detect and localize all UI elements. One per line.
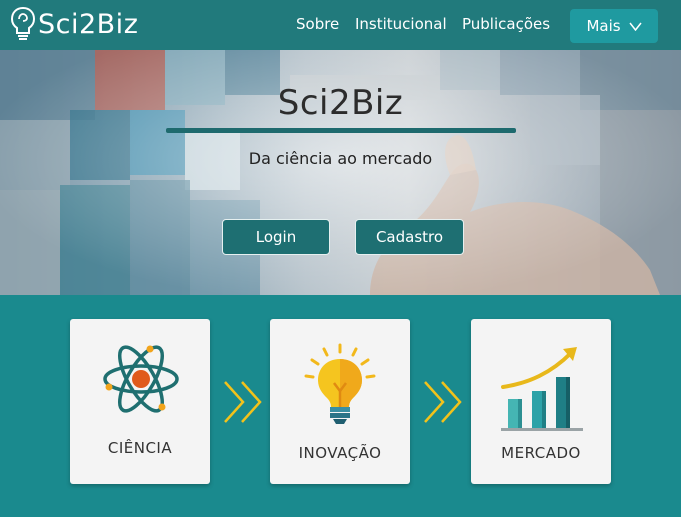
feature-label-science: CIÊNCIA (107, 439, 173, 457)
more-menu-button[interactable]: Mais (570, 9, 658, 43)
nav-link-sobre[interactable]: Sobre (296, 15, 339, 33)
double-chevron-right-icon (224, 381, 262, 423)
brand-logo[interactable]: Sci2Biz (10, 6, 138, 42)
feature-card-science[interactable]: CIÊNCIA (70, 319, 210, 484)
hero-subtitle: Da ciência ao mercado (248, 149, 433, 168)
lightbulb-icon (304, 343, 376, 424)
page: Sci2Biz Sobre Institucional Publicações … (0, 0, 681, 517)
login-button[interactable]: Login (222, 219, 330, 255)
feature-card-market[interactable]: MERCADO (471, 319, 611, 484)
feature-label-innovation: INOVAÇÃO (298, 444, 382, 462)
feature-label-market: MERCADO (501, 444, 581, 462)
nav-item-sobre[interactable]: Sobre (296, 15, 339, 33)
hero-divider (166, 128, 516, 133)
brand-name: Sci2Biz (38, 8, 139, 40)
signup-button[interactable]: Cadastro (355, 219, 464, 255)
feature-card-innovation[interactable]: INOVAÇÃO (270, 319, 410, 484)
more-menu-label: Mais (586, 17, 621, 35)
nav-link-publicacoes[interactable]: Publicações (462, 15, 550, 33)
lightbulb-logo-icon (10, 6, 36, 40)
chevron-down-icon (628, 22, 642, 31)
growth-chart-icon (501, 347, 583, 431)
nav-item-publicacoes[interactable]: Publicações (462, 15, 550, 33)
features-section: CIÊNCIA INOVAÇÃO MERCADO (0, 295, 681, 517)
double-chevron-right-icon (424, 381, 462, 423)
atom-icon (103, 345, 179, 413)
nav-link-institucional[interactable]: Institucional (355, 15, 447, 33)
hero-banner: Sci2Biz Da ciência ao mercado Login Cada… (0, 50, 681, 295)
hero-title: Sci2Biz (277, 83, 404, 123)
nav-item-institucional[interactable]: Institucional (355, 15, 447, 33)
top-navbar: Sci2Biz Sobre Institucional Publicações … (0, 0, 681, 50)
